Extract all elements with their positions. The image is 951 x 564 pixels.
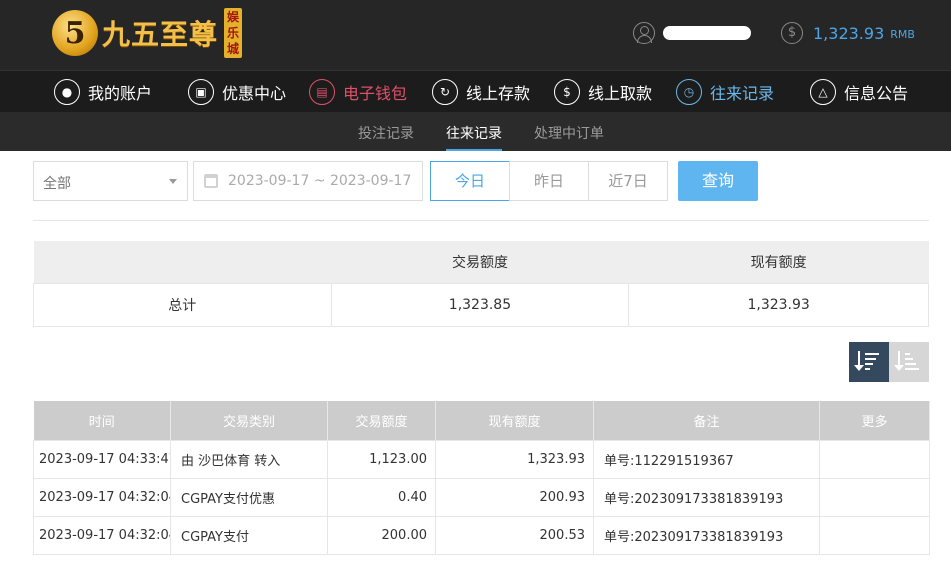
cell-more[interactable] <box>819 515 930 555</box>
summary-header-current: 现有额度 <box>628 241 929 283</box>
user-icon <box>633 22 655 44</box>
table-row[interactable]: 2023-09-17 04:32:04 CGPAY支付优惠 0.40 200.9… <box>33 477 930 517</box>
logo-badge: 娱 乐 城 <box>224 8 243 58</box>
chevron-down-icon <box>169 179 177 184</box>
summary-transaction: 1,323.85 <box>330 282 630 327</box>
cell-time: 2023-09-17 04:32:04 <box>33 515 171 555</box>
nav-announcements[interactable]: △ 信息公告 <box>810 78 908 106</box>
type-select-value: 全部 <box>43 176 71 192</box>
withdraw-icon: $ <box>554 79 580 105</box>
last-7-days-button[interactable]: 近7日 <box>588 161 668 201</box>
username-redacted <box>663 26 751 40</box>
user-area[interactable] <box>633 22 751 44</box>
summary-header-blank <box>33 241 332 283</box>
dollar-icon: $ <box>781 22 803 44</box>
cell-note: 单号:202309173381839193 <box>593 477 820 517</box>
date-range-value: 2023-09-17 ~ 2023-09-17 <box>228 173 412 189</box>
cell-category: CGPAY支付 <box>170 515 328 555</box>
records-icon: ◷ <box>676 79 702 105</box>
table-row[interactable]: 2023-09-17 04:33:47 由 沙巴体育 转入 1,123.00 1… <box>33 439 930 479</box>
cell-note: 单号:112291519367 <box>593 439 820 479</box>
cell-amount: 1,123.00 <box>327 439 436 479</box>
balance-unit: RMB <box>890 28 915 41</box>
nav-label: 往来记录 <box>710 84 775 103</box>
summary-current: 1,323.93 <box>628 282 929 327</box>
col-header-balance[interactable]: 现有额度 <box>435 401 594 440</box>
site-logo[interactable]: 5 九五至尊 娱 乐 城 <box>52 7 243 59</box>
balance-display: $ 1,323.93 RMB <box>781 22 915 44</box>
table-row[interactable]: 2023-09-17 04:32:04 CGPAY支付 200.00 200.5… <box>33 515 930 555</box>
today-button[interactable]: 今日 <box>430 161 510 201</box>
cell-more[interactable] <box>819 439 930 479</box>
wallet-icon: ▤ <box>309 79 335 105</box>
nav-label: 线上取款 <box>588 84 653 103</box>
tab-bet-records[interactable]: 投注记录 <box>358 123 414 143</box>
top-header: 5 九五至尊 娱 乐 城 $ 1,323.93 RMB <box>0 0 951 70</box>
logo-badge-char: 娱 <box>227 10 240 24</box>
type-select[interactable]: 全部 <box>33 161 188 201</box>
deposit-icon: ↻ <box>432 79 458 105</box>
nav-records[interactable]: ◷ 往来记录 <box>676 78 774 106</box>
nav-label: 优惠中心 <box>222 84 287 103</box>
yesterday-button[interactable]: 昨日 <box>509 161 589 201</box>
nav-withdraw[interactable]: $ 线上取款 <box>554 78 652 106</box>
balance-amount: 1,323.93 <box>813 23 885 43</box>
sort-desc-icon <box>854 351 882 373</box>
nav-label: 线上存款 <box>466 84 531 103</box>
nav-my-account[interactable]: ● 我的账户 <box>54 78 152 106</box>
logo-mark: 5 <box>52 10 98 56</box>
col-header-category[interactable]: 交易类别 <box>170 401 328 440</box>
sort-asc-icon <box>894 351 922 373</box>
col-header-more[interactable]: 更多 <box>819 401 930 440</box>
cell-note: 单号:202309173381839193 <box>593 515 820 555</box>
divider <box>33 220 929 221</box>
cell-balance: 200.53 <box>435 515 594 555</box>
cell-more[interactable] <box>819 477 930 517</box>
user-icon: ● <box>54 79 80 105</box>
logo-text: 九五至尊 <box>102 18 219 51</box>
cell-category: CGPAY支付优惠 <box>170 477 328 517</box>
bell-icon: △ <box>810 79 836 105</box>
cell-amount: 0.40 <box>327 477 436 517</box>
summary-table: 交易额度 现有额度 总计 1,323.85 1,323.93 <box>33 241 929 327</box>
col-header-time[interactable]: 时间 <box>33 401 171 440</box>
col-header-amount[interactable]: 交易额度 <box>327 401 436 440</box>
tab-transaction-records[interactable]: 往来记录 <box>446 123 502 151</box>
query-button[interactable]: 查询 <box>678 161 758 201</box>
tab-pending-orders[interactable]: 处理中订单 <box>534 123 604 143</box>
cell-time: 2023-09-17 04:33:47 <box>33 439 171 479</box>
summary-label: 总计 <box>33 282 332 327</box>
main-nav: ● 我的账户 ▣ 优惠中心 ▤ 电子钱包 ↻ 线上存款 $ 线上取款 ◷ 往来记… <box>0 70 951 112</box>
records-table: 时间 交易类别 交易额度 现有额度 备注 更多 2023-09-17 04:33… <box>33 401 930 555</box>
nav-label: 电子钱包 <box>343 84 408 103</box>
logo-badge-char: 乐 <box>227 26 240 40</box>
cell-time: 2023-09-17 04:32:04 <box>33 477 171 517</box>
nav-deposit[interactable]: ↻ 线上存款 <box>432 78 530 106</box>
logo-badge-char: 城 <box>227 42 240 56</box>
cell-balance: 1,323.93 <box>435 439 594 479</box>
cell-amount: 200.00 <box>327 515 436 555</box>
gift-icon: ▣ <box>188 79 214 105</box>
nav-label: 我的账户 <box>88 84 153 103</box>
nav-promotions[interactable]: ▣ 优惠中心 <box>188 78 286 106</box>
sub-nav: 投注记录 往来记录 处理中订单 <box>0 112 951 151</box>
sort-asc-button[interactable] <box>889 342 929 382</box>
col-header-note[interactable]: 备注 <box>593 401 820 440</box>
sort-desc-button[interactable] <box>849 342 889 382</box>
cell-balance: 200.93 <box>435 477 594 517</box>
calendar-icon <box>204 174 218 188</box>
date-range-input[interactable]: 2023-09-17 ~ 2023-09-17 <box>193 161 423 201</box>
cell-category: 由 沙巴体育 转入 <box>170 439 328 479</box>
summary-row: 总计 1,323.85 1,323.93 <box>33 282 929 327</box>
nav-wallet[interactable]: ▤ 电子钱包 <box>309 78 407 106</box>
summary-header-transaction: 交易额度 <box>331 241 629 283</box>
nav-label: 信息公告 <box>844 84 909 103</box>
